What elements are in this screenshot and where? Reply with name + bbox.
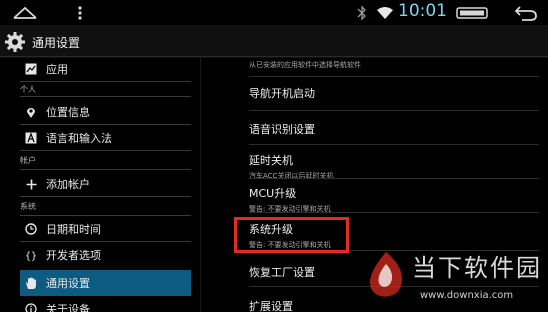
sidebar-item-label: 语言和输入法 <box>46 132 112 145</box>
status-bar: 10:01 <box>0 0 548 25</box>
action-bar: 通用设置 <box>0 25 548 58</box>
braces-icon: {} <box>24 248 38 262</box>
pref-title: 导航开机启动 <box>249 87 315 100</box>
wifi-icon <box>375 0 395 25</box>
divider <box>20 215 191 216</box>
pref-voice-recognition[interactable]: 语音识别设置 <box>249 121 539 137</box>
divider <box>249 76 539 77</box>
watermark: 当下软件园 www.downxia.com <box>360 246 548 312</box>
pref-title: 延时关机 <box>249 154 293 167</box>
pane-divider <box>200 58 201 312</box>
svg-text:{}: {} <box>25 251 37 261</box>
sidebar-item-label: 应用 <box>46 63 68 76</box>
gear-icon[interactable] <box>4 31 26 57</box>
clock-time: 10:01 <box>398 1 447 21</box>
sidebar-item-label: 通用设置 <box>46 277 90 290</box>
pref-nav-autostart[interactable]: 导航开机启动 <box>249 85 539 101</box>
bluetooth-icon <box>355 0 369 25</box>
pref-subtitle: 从已安装的应用软件中选择导航软件 <box>249 61 361 69</box>
section-header-accounts: 帐户 <box>20 156 36 165</box>
clock-icon <box>24 222 38 236</box>
location-pin-icon <box>24 105 38 119</box>
sidebar-item-language[interactable]: 语言和输入法 <box>20 127 191 149</box>
action-bar-divider <box>0 56 548 57</box>
battery-icon <box>455 0 489 25</box>
hand-icon <box>24 276 38 290</box>
sidebar-item-general-settings[interactable]: 通用设置 <box>20 270 191 296</box>
return-icon[interactable] <box>510 0 540 25</box>
section-header-system: 系统 <box>20 202 36 211</box>
divider <box>20 124 191 125</box>
highlight-box <box>234 217 349 253</box>
sidebar-item-add-account[interactable]: 添加帐户 <box>20 173 191 195</box>
divider <box>20 196 191 197</box>
overflow-menu-icon[interactable] <box>74 0 86 25</box>
pref-mcu-upgrade[interactable]: MCU升级 警告: 不要发动引擎和关机 <box>249 185 539 214</box>
sidebar-item-about[interactable]: 关于设备 <box>20 298 191 312</box>
divider <box>20 241 191 242</box>
pref-title: 语音识别设置 <box>249 123 315 136</box>
watermark-url: www.downxia.com <box>420 290 514 301</box>
pref-nav-app-subtitle[interactable]: 从已安装的应用软件中选择导航软件 <box>249 58 539 70</box>
divider <box>249 110 539 111</box>
sidebar-item-label: 添加帐户 <box>46 178 90 191</box>
divider <box>20 150 191 151</box>
info-icon <box>24 302 38 312</box>
page-title: 通用设置 <box>32 36 81 50</box>
sidebar-item-label: 开发者选项 <box>46 249 101 262</box>
pref-delayed-shutdown[interactable]: 延时关机 汽车ACC关闭以后延时关机 <box>249 152 539 181</box>
sidebar-item-label: 日期和时间 <box>46 223 101 236</box>
divider <box>249 144 539 145</box>
divider <box>20 81 191 82</box>
pref-subtitle: 汽车ACC关闭以后延时关机 <box>249 172 334 180</box>
divider <box>20 96 191 97</box>
settings-category-list: 应用 个人 位置信息 语言和输入法 帐户 添加帐户 系统 日期和时间 {} 开发… <box>0 58 200 312</box>
app-icon <box>24 62 38 76</box>
watermark-logo-icon <box>364 250 408 306</box>
sidebar-item-date-time[interactable]: 日期和时间 <box>20 218 191 240</box>
sidebar-item-location[interactable]: 位置信息 <box>20 101 191 123</box>
sidebar-item-label: 位置信息 <box>46 106 90 119</box>
divider <box>249 212 539 213</box>
plus-icon <box>24 177 38 191</box>
sidebar-item-developer[interactable]: {} 开发者选项 <box>20 244 191 266</box>
divider <box>20 169 191 170</box>
sidebar-item-apps[interactable]: 应用 <box>20 58 191 80</box>
sidebar-item-label: 关于设备 <box>46 303 90 312</box>
section-header-personal: 个人 <box>20 85 36 94</box>
divider <box>249 178 539 179</box>
pref-title: MCU升级 <box>249 187 297 200</box>
language-icon <box>24 131 38 145</box>
back-triangle-icon[interactable] <box>10 0 40 25</box>
watermark-name: 当下软件园 <box>412 254 542 282</box>
